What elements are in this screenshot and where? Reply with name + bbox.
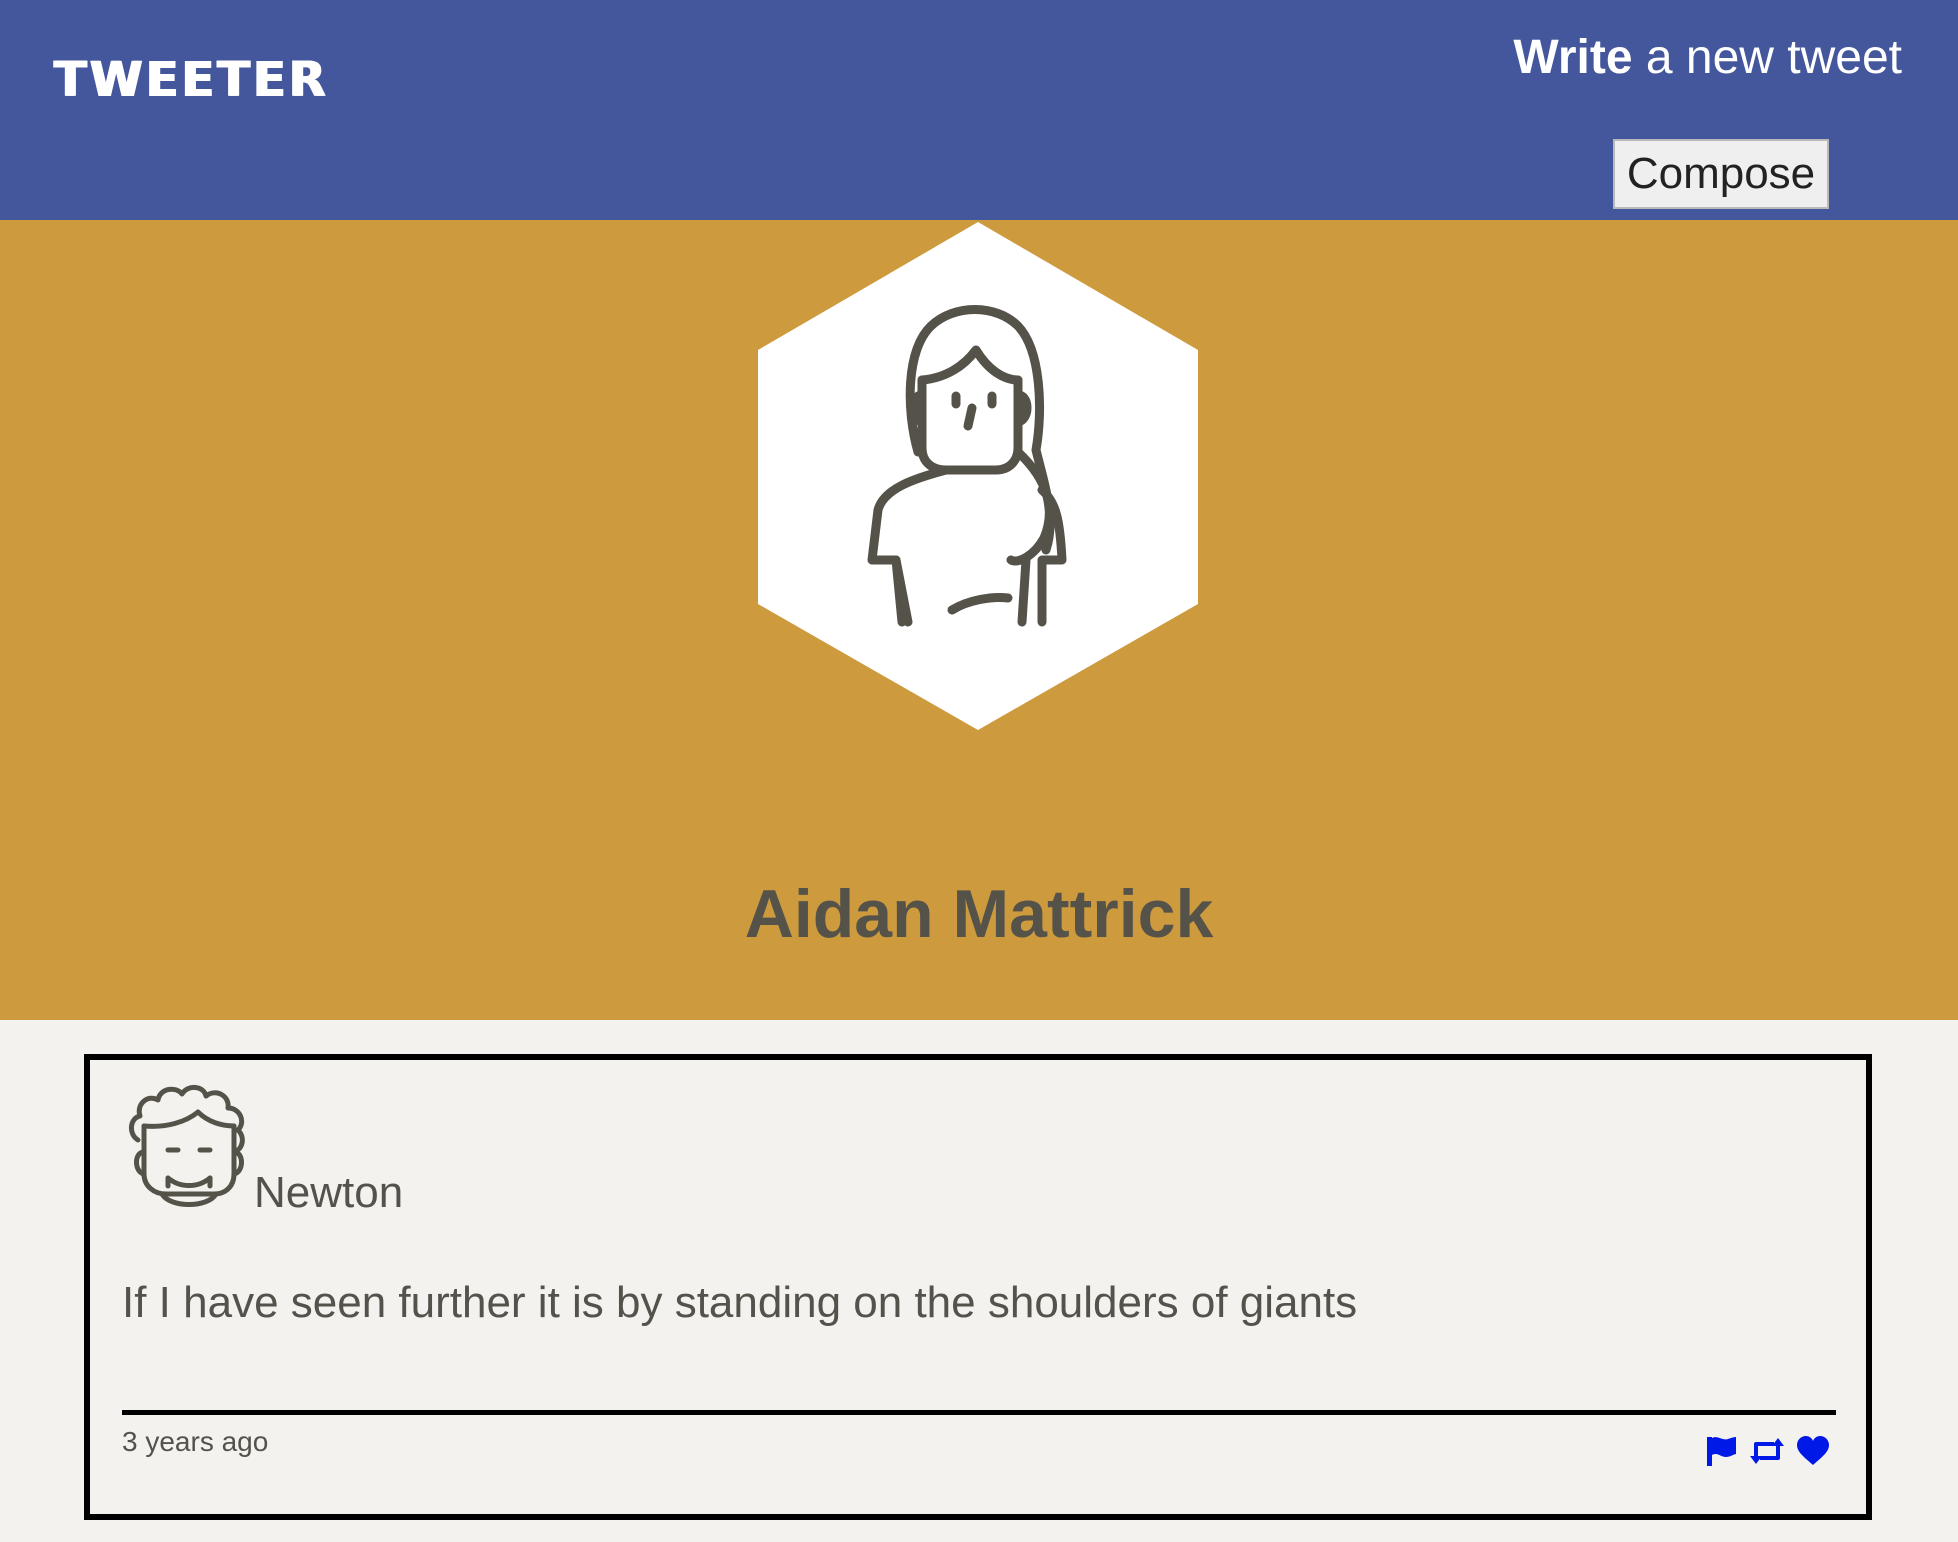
compose-button[interactable]: Compose [1613,139,1829,209]
man-avatar-icon [129,1085,245,1207]
top-nav: TWEETER Write a new tweet Compose [0,0,1958,220]
write-label-rest: a new tweet [1632,31,1902,84]
tweet-author-avatar [126,1082,254,1212]
tweet-card: Newton If I have seen further it is by s… [84,1054,1872,1520]
write-new-tweet-link[interactable]: Write a new tweet [1513,30,1902,85]
woman-avatar-icon [758,222,1198,730]
tweet-text: If I have seen further it is by standing… [122,1278,1358,1327]
tweet-actions [1702,1432,1832,1470]
tweet-author-name[interactable]: Newton [254,1168,403,1218]
brand-logo[interactable]: TWEETER [54,52,329,108]
tweet-divider [122,1410,1836,1415]
retweet-icon[interactable] [1748,1432,1786,1470]
write-label-strong: Write [1513,31,1633,84]
flag-icon[interactable] [1702,1432,1740,1470]
profile-avatar [756,220,1200,732]
profile-header: Aidan Mattrick [0,220,1958,1020]
profile-name: Aidan Mattrick [744,876,1214,952]
heart-icon[interactable] [1794,1432,1832,1470]
tweet-timestamp: 3 years ago [122,1426,269,1457]
